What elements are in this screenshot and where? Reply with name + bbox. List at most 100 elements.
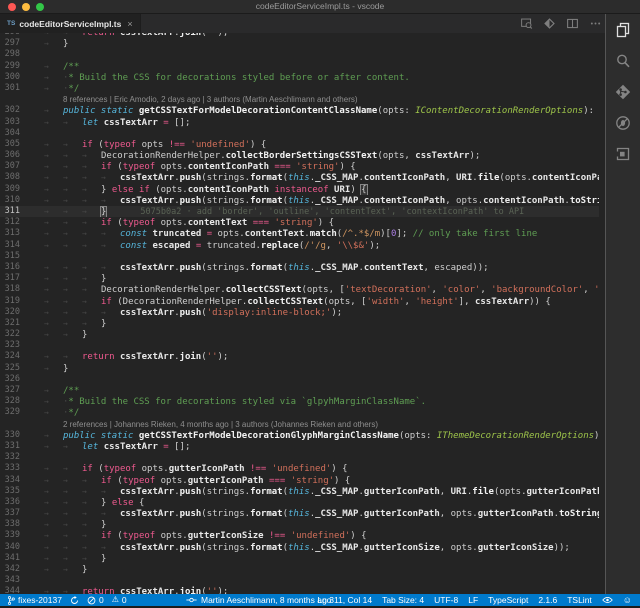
- line-number[interactable]: 341: [0, 553, 25, 564]
- code-text[interactable]: →→→DecorationRenderHelper.collectBorderS…: [25, 150, 599, 161]
- code-text[interactable]: [25, 374, 599, 385]
- code-text[interactable]: →→let cssTextArr = [];: [25, 117, 599, 128]
- code-text[interactable]: →→→}5075b0a2 · add 'border', 'outline', …: [25, 206, 599, 217]
- line-number[interactable]: 332: [0, 452, 25, 463]
- line-number[interactable]: 309: [0, 184, 25, 195]
- code-text[interactable]: →·*/: [25, 83, 599, 94]
- code-text[interactable]: →→return cssTextArr.join('');: [25, 351, 599, 362]
- codelens-text[interactable]: 2 references | Johannes Rieken, 4 months…: [25, 419, 599, 430]
- line-number[interactable]: 336: [0, 497, 25, 508]
- line-number[interactable]: 317: [0, 273, 25, 284]
- line-number[interactable]: 298: [0, 49, 25, 60]
- line-number[interactable]: 325: [0, 363, 25, 374]
- code-text[interactable]: →→→if (DecorationRenderHelper.collectCSS…: [25, 296, 599, 307]
- line-number[interactable]: 324: [0, 351, 25, 362]
- code-text[interactable]: [25, 251, 599, 262]
- code-text[interactable]: →·* Build the CSS for decorations styled…: [25, 396, 599, 407]
- line-number[interactable]: 312: [0, 217, 25, 228]
- eol-indicator[interactable]: LF: [468, 595, 478, 605]
- code-text[interactable]: [25, 452, 599, 463]
- code-text[interactable]: →→→}: [25, 318, 599, 329]
- open-changes-button[interactable]: [542, 17, 556, 31]
- source-control-button[interactable]: [614, 83, 632, 101]
- line-number[interactable]: 319: [0, 296, 25, 307]
- code-text[interactable]: →→→if (typeof opts.contentText === 'stri…: [25, 217, 599, 228]
- git-branch-status[interactable]: fixes-20137: [7, 595, 62, 605]
- line-number[interactable]: [0, 419, 25, 430]
- line-number[interactable]: 299: [0, 61, 25, 72]
- typescript-version[interactable]: 2.1.6: [538, 595, 557, 605]
- tab-codeEditorServiceImpl[interactable]: TS codeEditorServiceImpl.ts ×: [0, 14, 141, 33]
- code-text[interactable]: →→→→cssTextArr.push(strings.format(this.…: [25, 195, 599, 206]
- line-number[interactable]: [0, 94, 25, 105]
- open-preview-button[interactable]: [519, 17, 533, 31]
- line-number[interactable]: 327: [0, 385, 25, 396]
- code-text[interactable]: →→}: [25, 329, 599, 340]
- line-number[interactable]: 334: [0, 475, 25, 486]
- code-text[interactable]: →}: [25, 363, 599, 374]
- code-text[interactable]: [25, 340, 599, 351]
- line-number[interactable]: 323: [0, 340, 25, 351]
- line-number[interactable]: 297: [0, 38, 25, 49]
- explorer-button[interactable]: [614, 21, 632, 39]
- code-text[interactable]: →→→}: [25, 273, 599, 284]
- line-number[interactable]: 304: [0, 128, 25, 139]
- line-number[interactable]: 305: [0, 139, 25, 150]
- code-text[interactable]: →→→→cssTextArr.push(strings.format(this.…: [25, 486, 599, 497]
- code-text[interactable]: →→}: [25, 564, 599, 575]
- code-text[interactable]: →→if (typeof opts !== 'undefined') {: [25, 139, 599, 150]
- line-number[interactable]: 306: [0, 150, 25, 161]
- line-number[interactable]: 321: [0, 318, 25, 329]
- line-number[interactable]: 320: [0, 307, 25, 318]
- line-number[interactable]: 342: [0, 564, 25, 575]
- blame-status[interactable]: Martin Aeschlimann, 8 months ago: [201, 595, 331, 605]
- code-text[interactable]: →·* Build the CSS for decorations styled…: [25, 72, 599, 83]
- code-text[interactable]: →→return cssTextArr.join('');: [25, 586, 599, 594]
- line-number[interactable]: 301: [0, 83, 25, 94]
- line-number[interactable]: 328: [0, 396, 25, 407]
- line-number[interactable]: 318: [0, 284, 25, 295]
- line-number[interactable]: 329: [0, 407, 25, 418]
- line-number[interactable]: 322: [0, 329, 25, 340]
- code-text[interactable]: →}: [25, 38, 599, 49]
- line-number[interactable]: 326: [0, 374, 25, 385]
- code-text[interactable]: [25, 49, 599, 60]
- code-text[interactable]: →→→}: [25, 553, 599, 564]
- code-text[interactable]: →→→}: [25, 519, 599, 530]
- language-mode[interactable]: TypeScript: [488, 595, 528, 605]
- line-number[interactable]: 302: [0, 105, 25, 116]
- code-text[interactable]: →→if (typeof opts.gutterIconPath !== 'un…: [25, 463, 599, 474]
- code-text[interactable]: →→→→const escaped = truncated.replace(/'…: [25, 240, 599, 251]
- code-text[interactable]: [25, 575, 599, 586]
- tslint-status[interactable]: TSLint: [567, 595, 592, 605]
- error-count[interactable]: 0: [87, 595, 104, 605]
- line-number[interactable]: 307: [0, 161, 25, 172]
- more-actions-button[interactable]: [588, 17, 602, 31]
- split-editor-button[interactable]: [565, 17, 579, 31]
- line-number[interactable]: 340: [0, 542, 25, 553]
- code-editor[interactable]: 296→→return cssTextArr.join('');297→}298…: [0, 33, 605, 594]
- line-number[interactable]: 339: [0, 530, 25, 541]
- code-text[interactable]: →→→if (typeof opts.gutterIconPath === 's…: [25, 475, 599, 486]
- line-number[interactable]: 311: [0, 206, 25, 217]
- line-number[interactable]: 343: [0, 575, 25, 586]
- line-number[interactable]: 333: [0, 463, 25, 474]
- code-text[interactable]: →→→→cssTextArr.push(strings.format(this.…: [25, 542, 599, 553]
- code-text[interactable]: →→→} else {: [25, 497, 599, 508]
- line-number[interactable]: 316: [0, 262, 25, 273]
- code-text[interactable]: [25, 128, 599, 139]
- feedback-button[interactable]: ☺: [623, 596, 632, 605]
- code-text[interactable]: →→→→const truncated = opts.contentText.m…: [25, 228, 599, 239]
- code-text[interactable]: →→→if (typeof opts.contentIconPath === '…: [25, 161, 599, 172]
- line-number[interactable]: 310: [0, 195, 25, 206]
- tab-size-indicator[interactable]: Tab Size: 4: [382, 595, 424, 605]
- line-number[interactable]: 315: [0, 251, 25, 262]
- debug-button[interactable]: [614, 114, 632, 132]
- sync-button[interactable]: [70, 596, 79, 605]
- code-text[interactable]: →public static getCSSTextForModelDecorat…: [25, 105, 599, 116]
- line-number[interactable]: 337: [0, 508, 25, 519]
- line-number[interactable]: 335: [0, 486, 25, 497]
- search-button[interactable]: [614, 52, 632, 70]
- cursor-position[interactable]: Ln 311, Col 14: [317, 595, 372, 605]
- line-number[interactable]: 330: [0, 430, 25, 441]
